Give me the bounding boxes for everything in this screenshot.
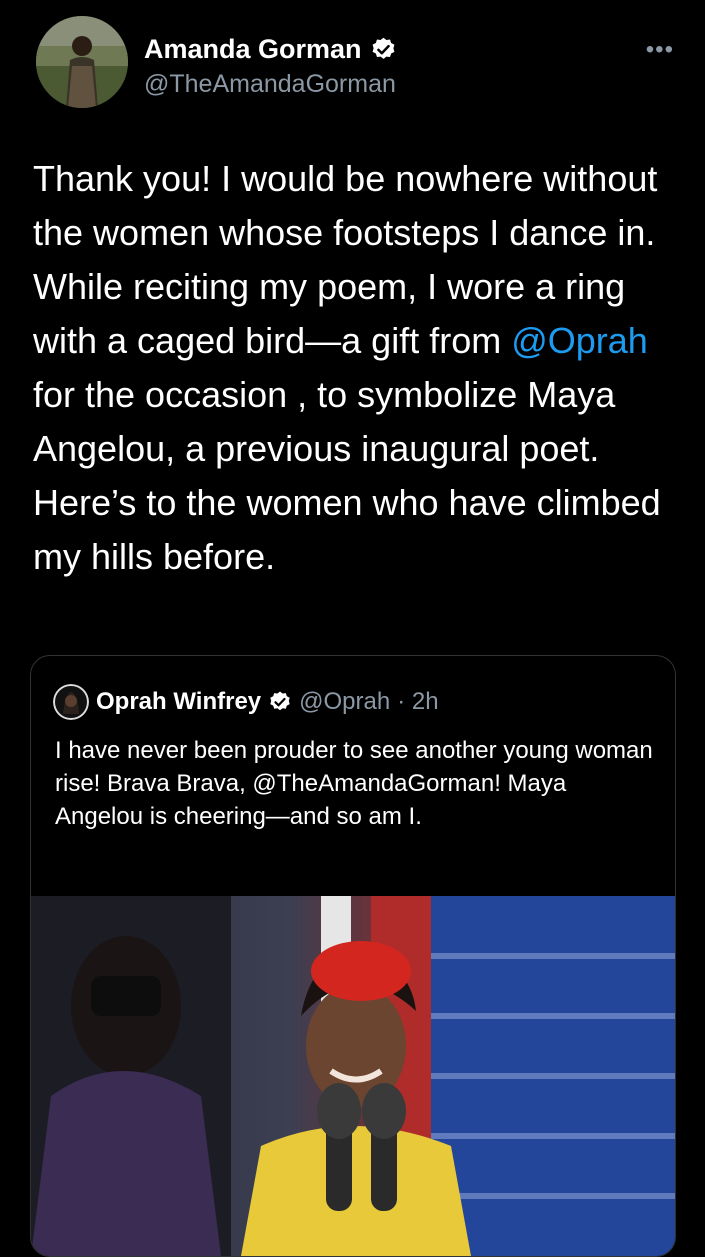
verified-badge-icon: [268, 690, 292, 714]
tweet-text-part-2: for the occasion , to symbolize Maya Ang…: [33, 374, 661, 577]
quoted-author-handle[interactable]: @Oprah: [299, 688, 390, 716]
quoted-author-avatar[interactable]: [53, 684, 89, 720]
quoted-tweet-header: Oprah Winfrey @Oprah · 2h: [53, 684, 439, 720]
author-handle[interactable]: @TheAmandaGorman: [144, 70, 396, 99]
author-name[interactable]: Amanda Gorman: [144, 34, 362, 65]
quoted-author-name[interactable]: Oprah Winfrey: [96, 688, 261, 716]
tweet-header: Amanda Gorman @TheAmandaGorman •••: [36, 16, 676, 111]
quoted-tweet-photo[interactable]: [31, 896, 675, 1256]
mention-link[interactable]: @Oprah: [511, 320, 648, 361]
author-avatar[interactable]: [36, 16, 128, 108]
quoted-tweet-text: I have never been prouder to see another…: [55, 737, 653, 830]
verified-badge-icon: [370, 36, 397, 63]
quoted-tweet[interactable]: Oprah Winfrey @Oprah · 2h I have never b…: [30, 655, 676, 1257]
tweet-body: Thank you! I would be nowhere without th…: [33, 152, 683, 584]
more-horizontal-icon[interactable]: •••: [646, 36, 674, 64]
quoted-tweet-time: · 2h: [397, 688, 439, 715]
